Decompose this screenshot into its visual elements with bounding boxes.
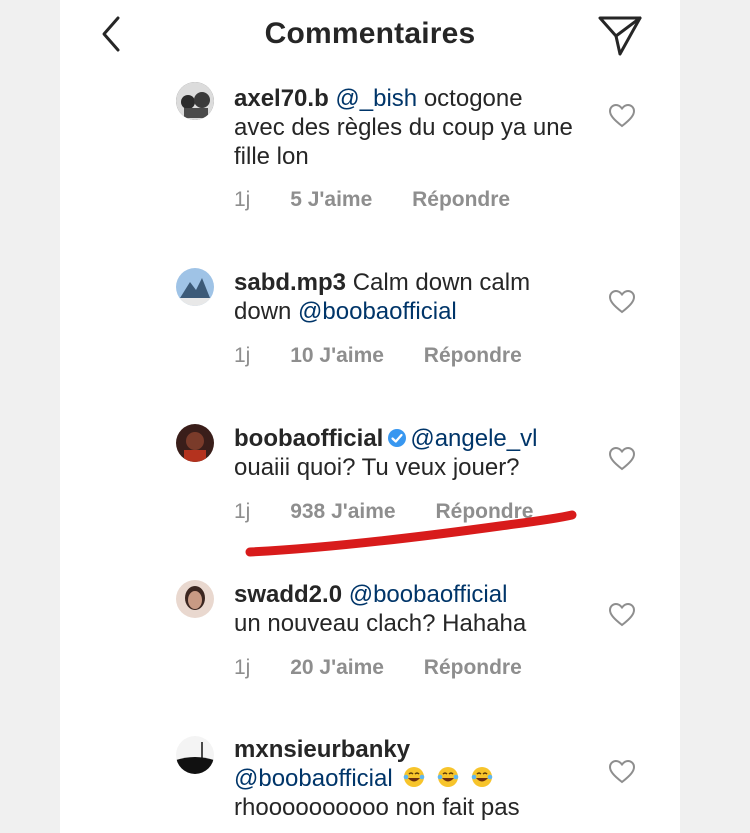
comment-mention[interactable]: @angele_vl [410,425,537,452]
send-button[interactable] [596,12,644,56]
comment-username[interactable]: swadd2.0 [234,581,342,608]
heart-icon[interactable] [609,447,635,471]
avatar-image [176,82,214,120]
tears-of-joy-emoji-group [393,765,494,792]
comment-body: sabd.mp3 Calm down calm down @boobaoffic… [234,268,574,326]
avatar[interactable] [176,82,214,120]
page-title: Commentaires [264,17,476,50]
comment-likes[interactable]: 938 J'aime [290,500,395,524]
avatar[interactable] [176,580,214,618]
header-bar: Commentaires [60,0,680,72]
comment-text: rhoooooooooo non fait pas [234,794,520,821]
comment-body: axel70.b @_bish octogone avec des règles… [234,84,574,171]
avatar-image [176,424,214,462]
comment-meta: 1j 20 J'aime Répondre [234,656,556,680]
comment-mention[interactable]: @boobaofficial [298,298,457,325]
comment-meta: 1j 5 J'aime Répondre [234,188,544,212]
tears-of-joy-emoji-icon [404,767,425,787]
avatar[interactable] [176,268,214,306]
comment-body: boobaofficial @angele_vl ouaiii quoi? Tu … [234,424,574,482]
paper-plane-icon [598,16,642,56]
avatar-image [176,736,214,774]
comment-text: ouaiii quoi? Tu veux jouer? [234,454,520,481]
reply-button[interactable]: Répondre [412,188,510,212]
tears-of-joy-emoji-icon [437,767,459,787]
comment-meta: 1j 10 J'aime Répondre [234,344,556,368]
comment-body: mxnsieurbanky @boobaofficial rhooooooooo… [234,735,574,822]
avatar-image [176,268,214,306]
reply-button[interactable]: Répondre [435,500,533,524]
heart-icon[interactable] [609,104,635,128]
heart-icon[interactable] [609,760,635,784]
comment-time: 1j [234,656,251,679]
reply-button[interactable]: Répondre [424,656,522,680]
heart-icon[interactable] [609,290,635,314]
comment-mention[interactable]: @_bish [335,85,417,112]
comment-mention[interactable]: @boobaofficial [349,581,508,608]
comment-likes[interactable]: 5 J'aime [290,188,372,212]
comment-likes[interactable]: 20 J'aime [290,656,384,680]
avatar-image [176,580,214,618]
heart-icon[interactable] [609,603,635,627]
comment-likes[interactable]: 10 J'aime [290,344,384,368]
avatar[interactable] [176,736,214,774]
comment-username[interactable]: axel70.b [234,85,329,112]
comment-username[interactable]: boobaofficial [234,425,383,452]
comment-meta: 1j 938 J'aime Répondre [234,500,567,524]
comment-username[interactable]: mxnsieurbanky [234,736,410,763]
comment-mention[interactable]: @boobaofficial [234,765,393,792]
avatar[interactable] [176,424,214,462]
tears-of-joy-emoji-icon [471,767,493,787]
comment-username[interactable]: sabd.mp3 [234,269,346,296]
reply-button[interactable]: Répondre [424,344,522,368]
verified-badge-icon [388,429,407,447]
comment-time: 1j [234,188,251,211]
comment-time: 1j [234,344,251,367]
comment-text: un nouveau clach? Hahaha [234,610,527,637]
comment-time: 1j [234,500,251,523]
comment-body: swadd2.0 @boobaofficial un nouveau clach… [234,580,574,638]
comments-screen: Commentaires axel70.b @_bish octogone av… [60,0,680,833]
